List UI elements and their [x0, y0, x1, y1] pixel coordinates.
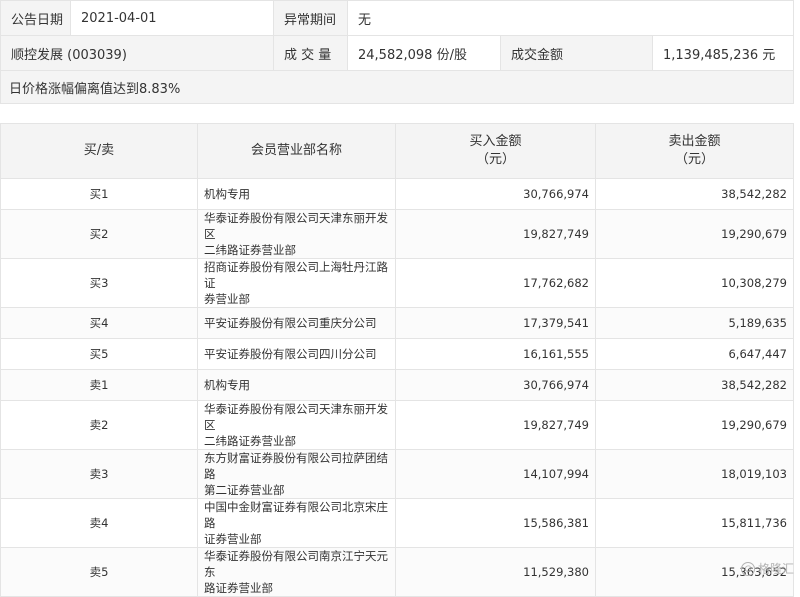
row-branch-name-line2: 证券营业部: [204, 532, 262, 546]
amount-value: 1,139,485,236 元: [651, 35, 795, 71]
row-branch-name-line1: 东方财富证券股份有限公司拉萨团结路: [204, 451, 388, 481]
row-sell-amount: 6,647,447: [595, 338, 794, 370]
row-buy-amount: 16,161,555: [395, 338, 596, 370]
row-branch-name: 平安证券股份有限公司四川分公司: [197, 338, 396, 370]
table-row: 卖4 中国中金财富证券有限公司北京宋庄路 证券营业部 15,586,381 15,811…: [0, 498, 794, 548]
reason-text: 日价格涨幅偏离值达到8.83%: [0, 70, 795, 104]
announce-date-label: 公告日期: [0, 0, 71, 36]
row-side: 卖5: [0, 547, 198, 597]
header-sell: 卖出金额 （元）: [595, 123, 794, 179]
row-branch-name: 华泰证券股份有限公司南京江宁天元东路证券营业部: [197, 547, 396, 597]
trading-detail-table: 买/卖 会员营业部名称 买入金额 （元） 卖出金额 （元） 买1 机构专用 30,7…: [0, 123, 794, 597]
row-branch-name-line1: 华泰证券股份有限公司南京江宁天元东: [204, 549, 388, 579]
row-branch-name-line1: 招商证券股份有限公司上海牡丹江路证: [204, 260, 388, 290]
watermark: G 格隆汇: [740, 560, 794, 577]
table-row: 买3 招商证券股份有限公司上海牡丹江路证 券营业部 17,762,682 10,308,…: [0, 258, 794, 308]
row-branch-name: 机构专用: [197, 369, 396, 401]
row-buy-amount: 14,107,994: [395, 449, 596, 499]
volume-value: 24,582,098 份/股: [347, 35, 501, 71]
row-side: 卖4: [0, 498, 198, 548]
amount-label: 成交金额: [500, 35, 653, 71]
volume-label: 成 交 量: [273, 35, 348, 71]
table-row: 卖5 华泰证券股份有限公司南京江宁天元东 路证券营业部 11,529,380 15,36…: [0, 547, 794, 597]
row-branch-name: 东方财富证券股份有限公司拉萨团结路第二证券营业部: [197, 449, 396, 499]
row-sell-amount: 10,308,279: [595, 258, 794, 308]
row-buy-amount: 15,586,381: [395, 498, 596, 548]
row-buy-amount: 30,766,974: [395, 178, 596, 210]
header-side: 买/卖: [0, 123, 198, 179]
table-row: 卖2 华泰证券股份有限公司天津东丽开发区 二纬路证券营业部 19,827,749 19,…: [0, 400, 794, 450]
header-buy-line1: 买入金额: [469, 134, 522, 149]
row-side: 卖2: [0, 400, 198, 450]
row-buy-amount: 11,529,380: [395, 547, 596, 597]
row-side: 卖1: [0, 369, 198, 401]
row-sell-amount: 38,542,282: [595, 369, 794, 401]
table-row: 卖3 东方财富证券股份有限公司拉萨团结路 第二证券营业部 14,107,994 18,0…: [0, 449, 794, 499]
summary-row-stock: 顺控发展 (003039) 成 交 量 24,582,098 份/股 成交金额 …: [0, 35, 795, 71]
row-side: 买3: [0, 258, 198, 308]
abnormal-period-value: 无: [346, 0, 795, 36]
header-sell-line2: （元）: [674, 152, 714, 167]
table-row: 买2 华泰证券股份有限公司天津东丽开发区 二纬路证券营业部 19,827,749 19,…: [0, 209, 794, 259]
announce-date-value: 2021-04-01: [70, 0, 274, 36]
row-branch-name: 华泰证券股份有限公司天津东丽开发区二纬路证券营业部: [197, 400, 396, 450]
row-sell-amount: 38,542,282: [595, 178, 794, 210]
row-branch-name-line2: 路证券营业部: [204, 581, 273, 595]
row-sell-amount: 19,290,679: [595, 209, 794, 259]
row-branch-name-line1: 机构专用: [204, 378, 250, 392]
summary-row-date: 公告日期 2021-04-01 异常期间 无: [0, 0, 795, 36]
row-branch-name: 平安证券股份有限公司重庆分公司: [197, 307, 396, 339]
row-branch-name: 招商证券股份有限公司上海牡丹江路证券营业部: [197, 258, 396, 308]
header-name: 会员营业部名称: [197, 123, 396, 179]
row-sell-amount: 18,019,103: [595, 449, 794, 499]
row-buy-amount: 19,827,749: [395, 400, 596, 450]
row-side: 买1: [0, 178, 198, 210]
row-branch-name-line1: 中国中金财富证券有限公司北京宋庄路: [204, 500, 388, 530]
summary-table: 公告日期 2021-04-01 异常期间 无 顺控发展 (003039) 成 交…: [0, 0, 795, 104]
abnormal-period-label: 异常期间: [273, 0, 348, 36]
row-branch-name-line1: 平安证券股份有限公司四川分公司: [204, 347, 377, 361]
watermark-text: 格隆汇: [757, 562, 794, 576]
row-branch-name-line1: 华泰证券股份有限公司天津东丽开发区: [204, 402, 388, 432]
row-side: 买5: [0, 338, 198, 370]
row-side: 买4: [0, 307, 198, 339]
row-buy-amount: 17,762,682: [395, 258, 596, 308]
row-branch-name-line2: 券营业部: [204, 292, 250, 306]
row-branch-name: 华泰证券股份有限公司天津东丽开发区二纬路证券营业部: [197, 209, 396, 259]
row-buy-amount: 19,827,749: [395, 209, 596, 259]
row-side: 卖3: [0, 449, 198, 499]
header-sell-line1: 卖出金额: [668, 134, 721, 149]
table-row: 卖1 机构专用 30,766,974 38,542,282: [0, 369, 794, 401]
row-buy-amount: 30,766,974: [395, 369, 596, 401]
row-sell-amount: 19,290,679: [595, 400, 794, 450]
row-buy-amount: 17,379,541: [395, 307, 596, 339]
row-sell-amount: 5,189,635: [595, 307, 794, 339]
table-header-row: 买/卖 会员营业部名称 买入金额 （元） 卖出金额 （元）: [0, 123, 794, 179]
stock-name: 顺控发展 (003039): [0, 35, 274, 71]
summary-row-reason: 日价格涨幅偏离值达到8.83%: [0, 70, 795, 104]
header-buy: 买入金额 （元）: [395, 123, 596, 179]
row-branch-name-line1: 机构专用: [204, 187, 250, 201]
row-branch-name-line2: 二纬路证券营业部: [204, 243, 296, 257]
row-branch-name-line1: 华泰证券股份有限公司天津东丽开发区: [204, 211, 388, 241]
gelonghui-logo-icon: G: [740, 561, 755, 576]
row-sell-amount: 15,811,736: [595, 498, 794, 548]
row-branch-name-line2: 二纬路证券营业部: [204, 434, 296, 448]
row-side: 买2: [0, 209, 198, 259]
table-row: 买4 平安证券股份有限公司重庆分公司 17,379,541 5,189,635: [0, 307, 794, 339]
table-row: 买5 平安证券股份有限公司四川分公司 16,161,555 6,647,447: [0, 338, 794, 370]
row-branch-name-line2: 第二证券营业部: [204, 483, 285, 497]
row-branch-name: 机构专用: [197, 178, 396, 210]
table-row: 买1 机构专用 30,766,974 38,542,282: [0, 178, 794, 210]
row-branch-name: 中国中金财富证券有限公司北京宋庄路证券营业部: [197, 498, 396, 548]
header-buy-line2: （元）: [475, 152, 515, 167]
row-branch-name-line1: 平安证券股份有限公司重庆分公司: [204, 316, 377, 330]
